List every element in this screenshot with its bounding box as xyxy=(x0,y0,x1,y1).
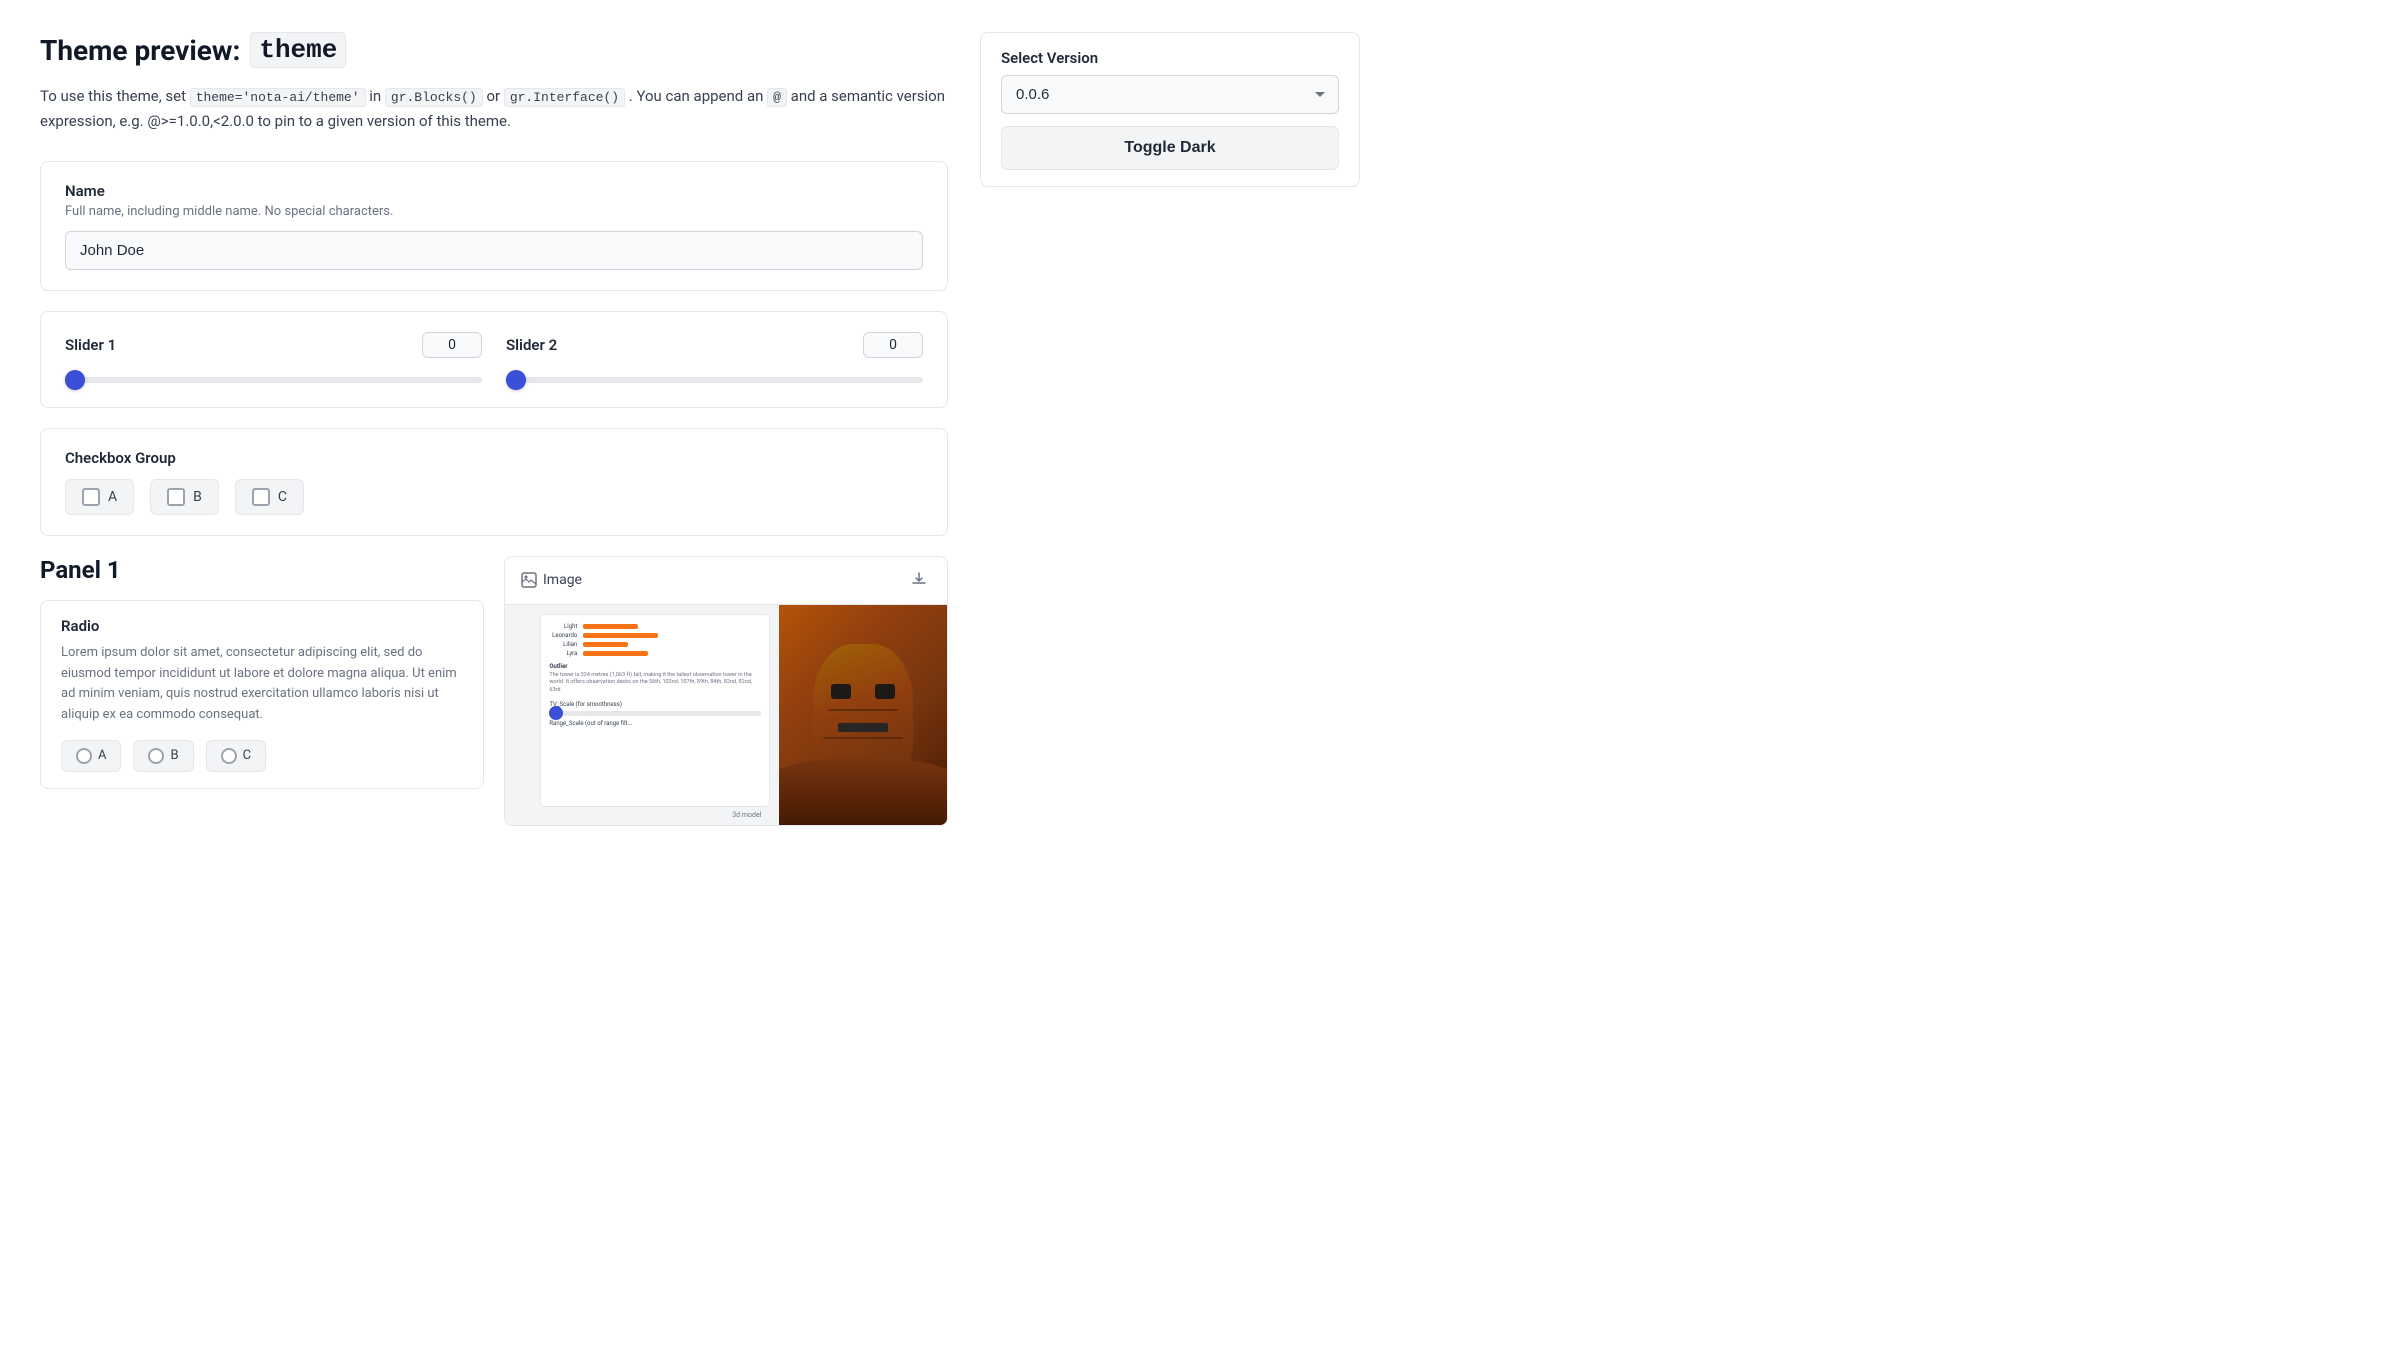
version-dropdown[interactable]: 0.0.6 0.0.5 0.0.4 xyxy=(1001,75,1339,114)
radio-circle-b xyxy=(148,748,164,764)
toggle-dark-button[interactable]: Toggle Dark xyxy=(1001,126,1339,170)
radio-circle-a xyxy=(76,748,92,764)
groot-shoulders xyxy=(779,759,947,825)
chart-title: Light Leonardo Lilian xyxy=(549,623,761,657)
chart-range-label: Range_Scale (out of range filt... xyxy=(549,720,761,727)
groot-eye-left xyxy=(831,684,851,698)
checkbox-box-c xyxy=(252,488,270,506)
sliders-row: Slider 1 0 Slider 2 0 xyxy=(65,332,923,387)
radio-card-description: Lorem ipsum dolor sit amet, consectetur … xyxy=(61,643,463,726)
checkbox-box-a xyxy=(82,488,100,506)
description: To use this theme, set theme='nota-ai/th… xyxy=(40,84,948,133)
image-panel-title-row: Image xyxy=(521,572,582,588)
image-panel: Image xyxy=(504,556,948,826)
checkbox-option-a[interactable]: A xyxy=(65,479,134,515)
version-select-label: Select Version xyxy=(981,33,1359,75)
chart-desc: The tower is 324 metres (1,063 ft) tall,… xyxy=(549,672,761,695)
checkbox-label-c: C xyxy=(278,489,287,505)
radio-circle-c xyxy=(221,748,237,764)
chart-bar-lilian: Lilian xyxy=(549,641,761,648)
radio-option-a[interactable]: A xyxy=(61,740,121,772)
radio-card: Radio Lorem ipsum dolor sit amet, consec… xyxy=(40,600,484,789)
title-code: theme xyxy=(250,32,346,68)
image-icon xyxy=(521,572,537,588)
panel1: Panel 1 Radio Lorem ipsum dolor sit amet… xyxy=(40,556,484,826)
groot-texture-2 xyxy=(823,737,904,739)
code-gr-blocks: gr.Blocks() xyxy=(385,88,483,107)
panel1-title: Panel 1 xyxy=(40,556,484,584)
name-input[interactable] xyxy=(65,231,923,270)
radio-option-c[interactable]: C xyxy=(206,740,266,772)
model-label: 3d model xyxy=(732,811,761,819)
image-composite: Light Leonardo Lilian xyxy=(505,605,947,825)
radio-label-c: C xyxy=(243,748,251,763)
download-button[interactable] xyxy=(907,567,931,594)
slider2-label: Slider 2 xyxy=(506,336,557,354)
code-theme: theme='nota-ai/theme' xyxy=(190,88,366,107)
chart-outlier-label: Outlier xyxy=(549,663,761,670)
checkbox-label-a: A xyxy=(108,489,117,505)
chart-tv-thumb xyxy=(549,706,563,720)
panels-row: Panel 1 Radio Lorem ipsum dolor sit amet… xyxy=(40,556,948,826)
title-prefix: Theme preview: xyxy=(40,34,240,67)
code-at: @ xyxy=(767,88,787,107)
image-panel-container: Image xyxy=(504,556,948,826)
slider1-input[interactable] xyxy=(65,377,482,383)
sliders-card: Slider 1 0 Slider 2 0 xyxy=(40,311,948,408)
slider1-label: Slider 1 xyxy=(65,336,116,354)
sidebar: Select Version 0.0.6 0.0.5 0.0.4 Toggle … xyxy=(980,32,1360,826)
groot-texture-1 xyxy=(828,709,899,711)
bar-leonardo xyxy=(583,633,658,638)
bar-lilian xyxy=(583,642,628,647)
chart-bar-leonardo: Leonardo xyxy=(549,632,761,639)
page-header: Theme preview: theme To use this theme, … xyxy=(40,32,948,133)
slider2-input[interactable] xyxy=(506,377,923,383)
download-icon xyxy=(911,571,927,587)
groot-eye-right xyxy=(875,684,895,698)
name-description: Full name, including middle name. No spe… xyxy=(65,204,923,219)
slider2-header: Slider 2 0 xyxy=(506,332,923,358)
chart-bar-lyra: Lyra xyxy=(549,650,761,657)
checkbox-option-b[interactable]: B xyxy=(150,479,219,515)
image-panel-header: Image xyxy=(505,557,947,605)
image-panel-title: Image xyxy=(543,572,582,588)
groot-area xyxy=(779,605,947,825)
bar-lyra xyxy=(583,651,648,656)
groot-mouth xyxy=(838,723,888,732)
name-label: Name xyxy=(65,182,923,200)
checkbox-option-c[interactable]: C xyxy=(235,479,304,515)
slider1-group: Slider 1 0 xyxy=(65,332,482,387)
radio-label-b: B xyxy=(170,748,178,763)
checkbox-options: A B C xyxy=(65,479,923,515)
chart-tv-slider xyxy=(549,711,761,716)
name-card: Name Full name, including middle name. N… xyxy=(40,161,948,291)
slider2-value: 0 xyxy=(863,332,923,358)
checkbox-label-b: B xyxy=(193,489,202,505)
checkbox-group-label: Checkbox Group xyxy=(65,449,923,467)
image-panel-body: Light Leonardo Lilian xyxy=(505,605,947,825)
radio-card-title: Radio xyxy=(61,617,463,635)
bar-light xyxy=(583,624,638,629)
page-title: Theme preview: theme xyxy=(40,32,948,68)
version-select-body: 0.0.6 0.0.5 0.0.4 Toggle Dark xyxy=(981,75,1359,186)
groot-body xyxy=(779,605,947,825)
slider2-group: Slider 2 0 xyxy=(506,332,923,387)
slider1-value: 0 xyxy=(422,332,482,358)
chart-area: Light Leonardo Lilian xyxy=(540,614,770,808)
radio-option-b[interactable]: B xyxy=(133,740,193,772)
version-select-card: Select Version 0.0.6 0.0.5 0.0.4 Toggle … xyxy=(980,32,1360,187)
checkbox-box-b xyxy=(167,488,185,506)
checkbox-card: Checkbox Group A B C xyxy=(40,428,948,536)
code-gr-interface: gr.Interface() xyxy=(504,88,625,107)
radio-label-a: A xyxy=(98,748,106,763)
radio-options: A B C xyxy=(61,740,463,772)
slider1-header: Slider 1 0 xyxy=(65,332,482,358)
chart-tv-scale-label: TV_Scale (for smoothness) xyxy=(549,701,761,708)
chart-bar-light: Light xyxy=(549,623,761,630)
